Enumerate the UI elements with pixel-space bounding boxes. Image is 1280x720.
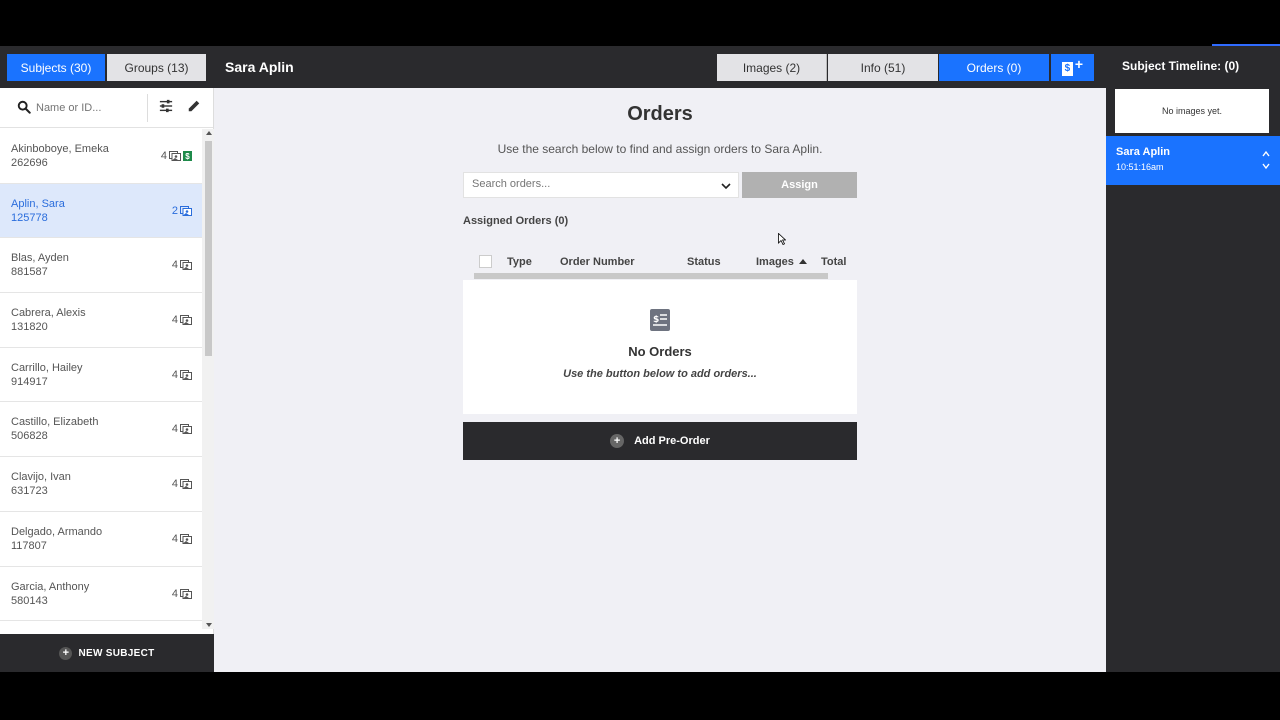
edit-icon[interactable] (187, 99, 201, 113)
photo-stack-icon (180, 533, 192, 544)
image-count-value: 4 (171, 423, 178, 436)
timeline-title: Subject Timeline: (0) (1122, 59, 1240, 73)
receipt-icon: $ (650, 309, 670, 331)
orders-table: Type Order Number Status Images Total $ … (463, 244, 857, 414)
column-type[interactable]: Type (507, 256, 532, 268)
image-count-value: 4 (160, 150, 167, 162)
photo-stack-icon (180, 588, 192, 599)
image-count-value: 4 (171, 587, 178, 600)
subject-image-count: 4 (172, 314, 192, 326)
column-total[interactable]: Total (821, 256, 846, 268)
photo-stack-icon (180, 205, 192, 216)
new-subject-button[interactable]: + NEW SUBJECT (0, 634, 214, 672)
select-all-checkbox[interactable] (479, 255, 492, 268)
empty-state-title: No Orders (628, 344, 692, 359)
tab-info[interactable]: Info (51) (828, 54, 938, 81)
subject-list-item[interactable]: Akinboboye, Emeka 262696 4 $ (0, 129, 202, 184)
subject-image-count: 4 (172, 259, 192, 271)
orders-panel: Orders Use the search below to find and … (214, 88, 1106, 672)
tab-subjects[interactable]: Subjects (30) (7, 54, 105, 81)
photo-stack-icon (180, 315, 192, 326)
scroll-thumb[interactable] (205, 141, 212, 356)
subject-image-count: 4 $ (161, 150, 192, 162)
photo-stack-icon (180, 479, 192, 490)
subject-list-item[interactable]: Blas, Ayden 881587 4 (0, 238, 202, 294)
table-header: Type Order Number Status Images Total (463, 244, 857, 280)
top-bar: Subjects (30) Groups (13) Sara Aplin Ima… (0, 44, 1280, 88)
column-order-number[interactable]: Order Number (560, 256, 635, 268)
empty-state-subtitle: Use the button below to add orders... (563, 368, 757, 380)
chevron-down-icon[interactable] (1262, 162, 1270, 170)
subject-image-count: 4 (172, 423, 192, 435)
plus-circle-icon: + (610, 434, 625, 448)
image-count-value: 2 (171, 204, 178, 217)
order-search-select[interactable] (463, 172, 739, 198)
chevron-up-icon[interactable] (1262, 150, 1270, 158)
subject-timeline-panel: No images yet. Sara Aplin 10:51:16am (1106, 88, 1280, 672)
photo-stack-icon (180, 260, 192, 271)
photo-stack-icon (180, 424, 192, 435)
image-count-value: 4 (171, 532, 178, 545)
column-images-label: Images (756, 256, 794, 268)
timeline-entry-name: Sara Aplin (1116, 146, 1170, 158)
tab-orders[interactable]: Orders (0) (939, 54, 1049, 81)
assigned-orders-label: Assigned Orders (0) (463, 215, 569, 227)
add-pre-order-label: Add Pre-Order (634, 435, 710, 447)
subject-list-item[interactable]: Castillo, Elizabeth 506828 4 (0, 402, 202, 458)
table-horizontal-scrollbar[interactable] (469, 273, 851, 279)
subjects-sidebar: Akinboboye, Emeka2626964$Aplin, Sara1257… (0, 88, 214, 672)
subject-list-item[interactable]: Cabrera, Alexis 131820 4 (0, 293, 202, 348)
subject-list-item[interactable]: Clavijo, Ivan 631723 4 (0, 457, 202, 512)
subject-list-item[interactable]: Aplin, Sara 125778 2 (0, 183, 202, 239)
subject-image-count: 4 (172, 478, 192, 490)
add-order-button[interactable]: $ + (1051, 54, 1094, 81)
tab-groups[interactable]: Groups (13) (107, 54, 206, 81)
assign-button[interactable]: Assign (742, 172, 857, 198)
subject-search-input[interactable] (36, 98, 146, 118)
subject-image-count: 4 (172, 588, 192, 600)
dollar-icon: $ (1061, 61, 1073, 76)
search-icon (17, 100, 31, 114)
timeline-entry-time: 10:51:16am (1116, 162, 1164, 172)
photo-stack-icon (169, 151, 181, 161)
image-count-value: 4 (171, 368, 178, 381)
subject-image-count: 4 (172, 533, 192, 545)
timeline-entry[interactable]: Sara Aplin 10:51:16am (1106, 136, 1280, 185)
subject-list-item[interactable]: Carrillo, Hailey 914917 4 (0, 348, 202, 403)
column-images[interactable]: Images (756, 256, 807, 268)
no-images-placeholder: No images yet. (1115, 89, 1269, 133)
sidebar-scrollbar[interactable] (202, 129, 214, 629)
subject-search-row (0, 88, 213, 128)
mouse-cursor-icon (778, 233, 786, 245)
accent-line (1212, 44, 1280, 46)
svg-text:$: $ (653, 315, 659, 325)
subject-title: Sara Aplin (225, 59, 294, 75)
table-scroll-thumb[interactable] (474, 273, 828, 279)
plus-circle-icon: + (59, 646, 73, 660)
page-title: Orders (627, 103, 693, 125)
image-count-value: 4 (171, 259, 178, 272)
new-subject-label: NEW SUBJECT (78, 647, 155, 659)
subject-image-count: 2 (172, 205, 192, 217)
sort-ascending-icon (798, 259, 807, 264)
add-pre-order-button[interactable]: + Add Pre-Order (463, 422, 857, 460)
filter-icon[interactable] (159, 99, 173, 113)
photo-stack-icon (180, 369, 192, 380)
scroll-up-icon[interactable] (206, 131, 212, 135)
order-search-input[interactable] (472, 178, 712, 190)
search-divider (147, 94, 148, 122)
chevron-down-icon[interactable] (720, 180, 732, 192)
subject-image-count: 4 (172, 369, 192, 381)
scroll-down-icon[interactable] (206, 623, 212, 627)
tab-images[interactable]: Images (2) (717, 54, 827, 81)
plus-icon: + (1074, 55, 1084, 72)
column-status[interactable]: Status (687, 256, 721, 268)
subject-list: Akinboboye, Emeka 262696 4 $ Aplin, Sara 1257… (0, 129, 202, 629)
subject-list-item[interactable]: Garcia, Anthony 580143 4 (0, 567, 202, 622)
page-subtitle: Use the search below to find and assign … (497, 142, 823, 156)
image-count-value: 4 (171, 478, 178, 491)
image-count-value: 4 (171, 314, 178, 327)
subject-list-item[interactable]: Delgado, Armando 117807 4 (0, 512, 202, 567)
order-badge-icon: $ (183, 151, 192, 161)
